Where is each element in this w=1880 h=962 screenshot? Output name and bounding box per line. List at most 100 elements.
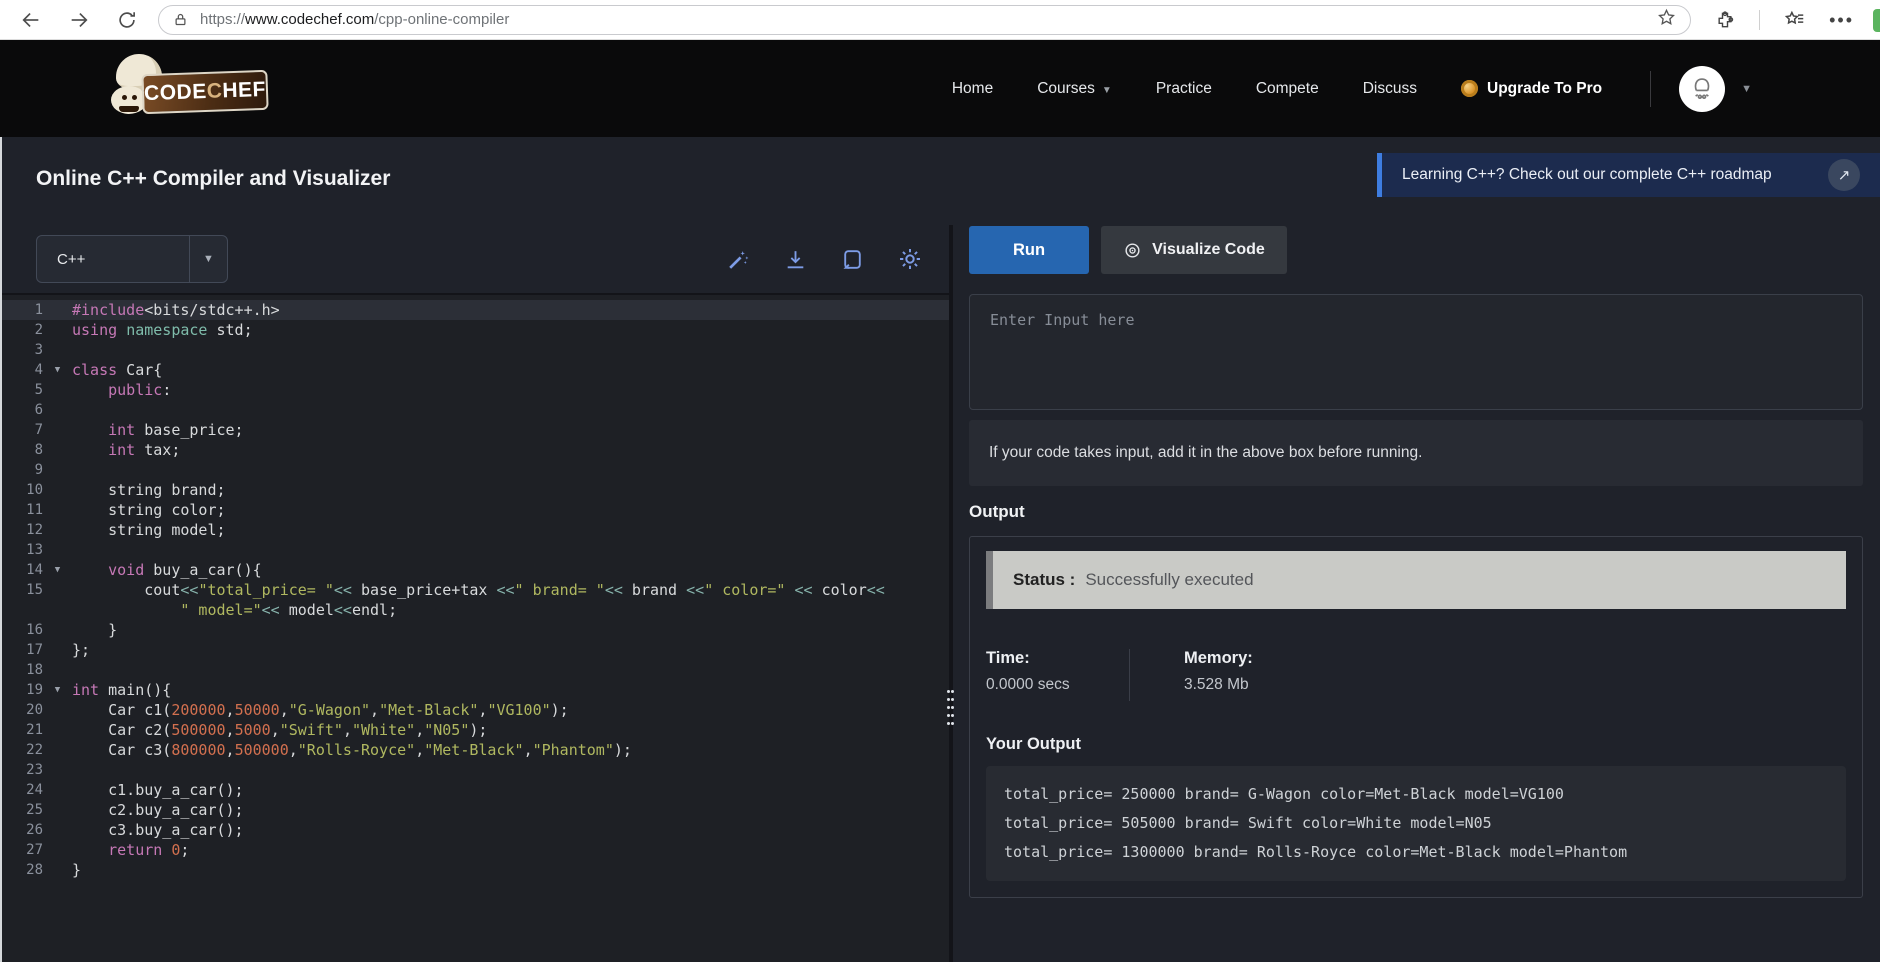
eye-icon xyxy=(1125,242,1140,258)
line-number: 5 xyxy=(34,382,43,398)
code-line[interactable]: 15 cout<<"total_price= "<< base_price+ta… xyxy=(0,580,949,600)
code-line[interactable]: 16 } xyxy=(0,620,949,640)
run-button[interactable]: Run xyxy=(969,226,1089,274)
fold-gutter xyxy=(43,440,72,460)
codechef-logo[interactable]: CODE C HEF xyxy=(106,53,269,122)
code-line[interactable]: 4 ▼ class Car{ xyxy=(0,360,949,380)
code-line[interactable]: 20 Car c1(200000,50000,"G-Wagon","Met-Bl… xyxy=(0,700,949,720)
line-number: 23 xyxy=(26,762,43,778)
settings-gear-icon[interactable] xyxy=(897,246,923,272)
code-line[interactable]: 17}; xyxy=(0,640,949,660)
code-line[interactable]: " model="<< model<<endl; xyxy=(0,600,949,620)
site-header: CODE C HEF Home Courses ▼ Practice Compete … xyxy=(0,40,1880,137)
bookmark-star-icon[interactable] xyxy=(1657,8,1676,27)
line-number: 7 xyxy=(34,422,43,438)
line-number: 20 xyxy=(26,702,43,718)
fold-caret-icon[interactable]: ▼ xyxy=(43,360,72,380)
code-line[interactable]: 27 return 0; xyxy=(0,840,949,860)
code-line[interactable]: 6 xyxy=(0,400,949,420)
avatar-dropdown-icon[interactable]: ▼ xyxy=(1741,83,1752,95)
code-text: string model; xyxy=(72,521,226,539)
line-number: 21 xyxy=(26,722,43,738)
banner-arrow-button[interactable]: ↗ xyxy=(1828,159,1860,191)
lock-icon[interactable] xyxy=(173,12,188,27)
upgrade-to-pro-button[interactable]: Upgrade To Pro xyxy=(1461,80,1602,98)
code-editor[interactable]: 1 #include<bits/stdc++.h> 2 using namespace… xyxy=(0,295,949,962)
code-line[interactable]: 26 c3.buy_a_car(); xyxy=(0,820,949,840)
fold-gutter xyxy=(43,400,72,420)
url-text[interactable]: https://www.codechef.com/cpp-online-comp… xyxy=(200,11,509,28)
line-number: 11 xyxy=(26,502,43,518)
browser-reload-icon[interactable] xyxy=(116,9,138,31)
line-number: 9 xyxy=(34,462,43,478)
browser-forward-icon[interactable] xyxy=(68,9,90,31)
code-line[interactable]: 1 #include<bits/stdc++.h> xyxy=(0,300,949,320)
code-line[interactable]: 9 xyxy=(0,460,949,480)
logo-wordmark: CODE C HEF xyxy=(141,69,269,114)
profile-sliver[interactable] xyxy=(1873,9,1880,32)
code-line[interactable]: 5 public: xyxy=(0,380,949,400)
code-line[interactable]: 18 xyxy=(0,660,949,680)
nav-home[interactable]: Home xyxy=(952,80,993,98)
code-line[interactable]: 24 c1.buy_a_car(); xyxy=(0,780,949,800)
code-text: string color; xyxy=(72,501,226,519)
line-number: 2 xyxy=(34,322,43,338)
fold-caret-icon[interactable]: ▼ xyxy=(43,680,72,700)
code-text: using namespace std; xyxy=(72,321,253,339)
code-line[interactable]: 2 using namespace std; xyxy=(0,320,949,340)
line-number: 1 xyxy=(34,302,43,318)
line-number: 17 xyxy=(26,642,43,658)
code-line[interactable]: 12 string model; xyxy=(0,520,949,540)
resize-drag-handle[interactable] xyxy=(945,687,957,733)
code-line[interactable]: 11 string color; xyxy=(0,500,949,520)
code-text: cout<<"total_price= "<< base_price+tax <… xyxy=(72,581,885,599)
code-line[interactable]: 10 string brand; xyxy=(0,480,949,500)
format-wand-icon[interactable] xyxy=(726,247,751,272)
code-text: int tax; xyxy=(108,441,181,459)
fold-gutter xyxy=(43,720,72,740)
memory-label: Memory: xyxy=(1184,649,1253,667)
address-bar[interactable]: https://www.codechef.com/cpp-online-comp… xyxy=(158,4,1692,35)
memory-value: 3.528 Mb xyxy=(1184,676,1249,693)
line-number: 15 xyxy=(26,582,43,598)
language-select[interactable]: C++ ▼ xyxy=(36,235,228,283)
user-avatar[interactable] xyxy=(1679,65,1726,112)
title-band: Online C++ Compiler and Visualizer Learn… xyxy=(0,137,1880,225)
toolbar-separator xyxy=(1759,9,1761,30)
reset-code-icon[interactable] xyxy=(840,247,865,272)
nav-discuss[interactable]: Discuss xyxy=(1363,80,1417,98)
fold-caret-icon[interactable]: ▼ xyxy=(43,560,72,580)
language-selected-value: C++ xyxy=(57,250,86,268)
browser-back-icon[interactable] xyxy=(20,9,42,31)
code-line[interactable]: 21 Car c2(500000,5000,"Swift","White","N… xyxy=(0,720,949,740)
code-line[interactable]: 7 int base_price; xyxy=(0,420,949,440)
output-container: Status : Successfully executed Time: 0.0… xyxy=(969,536,1863,898)
code-line[interactable]: 28} xyxy=(0,860,949,880)
code-line[interactable]: 23 xyxy=(0,760,949,780)
language-caret-icon[interactable]: ▼ xyxy=(189,236,227,282)
code-line[interactable]: 22 Car c3(800000,500000,"Rolls-Royce","M… xyxy=(0,740,949,760)
code-line[interactable]: 25 c2.buy_a_car(); xyxy=(0,800,949,820)
browser-menu-icon[interactable]: ••• xyxy=(1829,11,1854,29)
code-line[interactable]: 14 ▼ void buy_a_car(){ xyxy=(0,560,949,580)
code-text: Car c1(200000,50000,"G-Wagon","Met-Black… xyxy=(72,701,569,719)
line-number xyxy=(0,600,43,620)
download-icon[interactable] xyxy=(783,247,808,272)
code-line[interactable]: 19 ▼ int main(){ xyxy=(0,680,949,700)
page-left-edge xyxy=(0,137,2,962)
code-line[interactable]: 8 int tax; xyxy=(0,440,949,460)
code-text: class Car{ xyxy=(72,361,163,379)
cpp-roadmap-banner[interactable]: Learning C++? Check out our complete C++… xyxy=(1377,153,1880,197)
extensions-icon[interactable] xyxy=(1715,10,1735,30)
visualize-code-button[interactable]: Visualize Code xyxy=(1101,226,1287,274)
code-line[interactable]: 3 xyxy=(0,340,949,360)
nav-practice[interactable]: Practice xyxy=(1156,80,1212,98)
fold-gutter xyxy=(43,640,72,660)
code-line[interactable]: 13 xyxy=(0,540,949,560)
favorites-icon[interactable] xyxy=(1784,9,1805,30)
nav-compete[interactable]: Compete xyxy=(1256,80,1319,98)
program-input-textarea[interactable] xyxy=(969,294,1863,410)
nav-courses[interactable]: Courses ▼ xyxy=(1037,80,1112,98)
fold-gutter xyxy=(43,540,72,560)
